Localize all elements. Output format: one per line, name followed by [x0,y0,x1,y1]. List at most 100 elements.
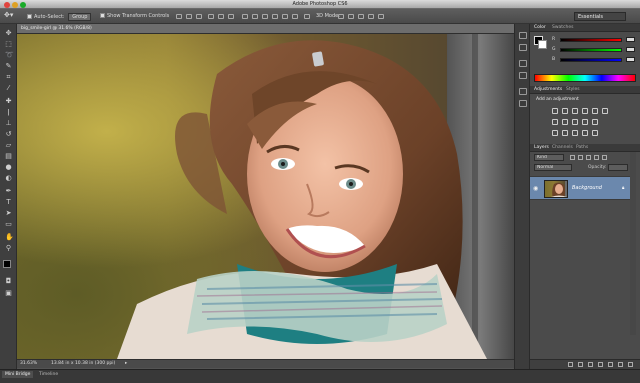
roll-3d-icon[interactable] [348,14,354,19]
auto-select-checkbox[interactable] [27,14,32,19]
photo-filter-icon[interactable] [572,119,578,125]
hand-tool-icon[interactable]: ✋ [5,234,14,241]
auto-select-dropdown[interactable]: Group [68,13,92,21]
delete-layer-icon[interactable] [628,362,633,367]
distribute-vertical-center-icon[interactable] [252,14,258,19]
distribute-right-icon[interactable] [292,14,298,19]
crop-tool-icon[interactable]: ⌗ [5,74,12,81]
layer-name[interactable]: Background [572,185,602,191]
quick-selection-tool-icon[interactable]: ✎ [5,63,12,70]
color-balance-icon[interactable] [552,119,558,125]
vibrance-icon[interactable] [592,108,598,114]
distribute-top-icon[interactable] [242,14,248,19]
filter-shape-icon[interactable] [594,155,599,160]
link-layers-icon[interactable] [568,362,573,367]
mini-bridge-tab[interactable]: Mini Bridge [2,371,34,378]
visibility-eye-icon[interactable]: ◉ [533,185,538,192]
layers-scrollbar[interactable] [630,152,636,335]
tab-color[interactable]: Color [534,25,546,30]
gradient-map-icon[interactable] [582,130,588,136]
healing-brush-tool-icon[interactable]: ✚ [5,98,12,105]
panel-background-swatch[interactable] [538,40,547,49]
character-panel-icon[interactable] [519,88,527,95]
shape-tool-icon[interactable]: ▭ [5,221,12,228]
properties-panel-icon[interactable] [519,60,527,67]
tab-layers[interactable]: Layers [534,145,549,150]
lasso-tool-icon[interactable]: ➰ [5,52,14,59]
black-white-icon[interactable] [562,119,568,125]
zoom-tool-icon[interactable]: ⚲ [5,245,12,252]
posterize-icon[interactable] [562,130,568,136]
align-bottom-icon[interactable] [196,14,202,19]
auto-select-option[interactable]: Auto-Select: Group [27,13,92,21]
clone-stamp-tool-icon[interactable]: ⊥ [5,120,12,127]
opacity-field[interactable] [608,164,628,171]
document-canvas[interactable] [17,34,514,359]
slide-3d-icon[interactable] [368,14,374,19]
type-tool-icon[interactable]: T [5,199,12,206]
tab-swatches[interactable]: Swatches [552,25,574,30]
curves-icon[interactable] [572,108,578,114]
red-value-field[interactable] [626,37,635,42]
distribute-bottom-icon[interactable] [262,14,268,19]
selective-color-icon[interactable] [592,130,598,136]
rotate-3d-icon[interactable] [338,14,344,19]
red-slider[interactable] [560,38,622,42]
layer-row-background[interactable]: ◉ Background 🔒︎ [530,176,632,200]
color-spectrum-bar[interactable] [534,74,636,82]
drag-3d-icon[interactable] [358,14,364,19]
filter-adjustment-icon[interactable] [578,155,583,160]
add-layer-mask-icon[interactable] [588,362,593,367]
levels-icon[interactable] [562,108,568,114]
actions-panel-icon[interactable] [519,44,527,51]
filter-smart-object-icon[interactable] [602,155,607,160]
new-adjustment-layer-icon[interactable] [598,362,603,367]
new-group-icon[interactable] [608,362,613,367]
align-horizontal-center-icon[interactable] [218,14,224,19]
align-vertical-center-icon[interactable] [186,14,192,19]
document-tab[interactable]: big_smile-girl @ 31.6% (RGB/8) [17,24,514,34]
scale-3d-icon[interactable] [378,14,384,19]
status-menu-arrow-icon[interactable]: ▸ [125,361,127,366]
eyedropper-tool-icon[interactable]: ⁄ [5,85,12,92]
hue-saturation-icon[interactable] [602,108,608,114]
eraser-tool-icon[interactable]: ▱ [5,142,12,149]
align-top-icon[interactable] [176,14,182,19]
green-slider[interactable] [560,48,622,52]
timeline-tab[interactable]: Timeline [36,371,61,378]
paragraph-panel-icon[interactable] [519,100,527,107]
new-layer-icon[interactable] [618,362,623,367]
filter-type-icon[interactable] [586,155,591,160]
blend-mode-dropdown[interactable]: Normal [534,164,572,171]
move-tool-preset-icon[interactable]: ✥▾ [4,11,13,19]
blue-slider[interactable] [560,58,622,62]
transform-controls-option[interactable]: Show Transform Controls [100,13,169,19]
quick-mask-icon[interactable]: ◘ [5,278,12,285]
blur-tool-icon[interactable]: ● [5,164,12,171]
distribute-horizontal-center-icon[interactable] [282,14,288,19]
history-panel-icon[interactable] [519,32,527,39]
tab-styles[interactable]: Styles [566,87,580,92]
distribute-left-icon[interactable] [272,14,278,19]
color-lookup-icon[interactable] [592,119,598,125]
align-left-icon[interactable] [208,14,214,19]
tab-paths[interactable]: Paths [576,145,588,150]
layer-kind-filter[interactable]: Kind [534,154,564,161]
brush-tool-icon[interactable]: ǀ [5,109,12,116]
tab-adjustments[interactable]: Adjustments [534,87,562,92]
history-brush-tool-icon[interactable]: ↺ [5,131,12,138]
green-value-field[interactable] [626,47,635,52]
path-selection-tool-icon[interactable]: ➤ [5,210,12,217]
move-tool-icon[interactable]: ✥ [5,30,12,37]
marquee-tool-icon[interactable]: ⬚ [5,41,12,48]
screen-mode-icon[interactable]: ▣ [5,290,12,297]
exposure-icon[interactable] [582,108,588,114]
channel-mixer-icon[interactable] [582,119,588,125]
document-info[interactable]: 13.84 in x 10.38 in (300 ppi) [51,361,115,366]
threshold-icon[interactable] [572,130,578,136]
workspace-switcher[interactable]: Essentials [574,12,626,21]
invert-icon[interactable] [552,130,558,136]
dodge-tool-icon[interactable]: ◐ [5,175,12,182]
tab-channels[interactable]: Channels [552,145,573,150]
info-panel-icon[interactable] [519,72,527,79]
